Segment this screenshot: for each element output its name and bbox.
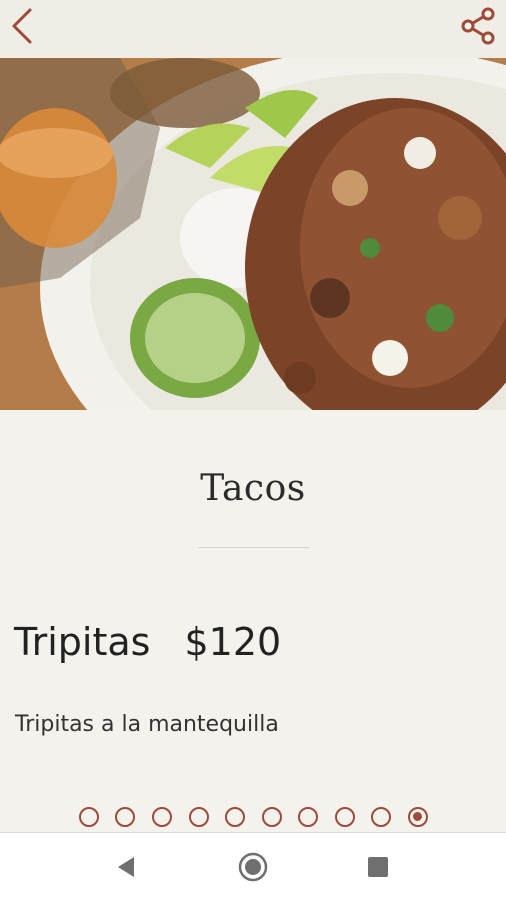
page-dot-active[interactable] — [408, 807, 428, 827]
page-dot[interactable] — [225, 807, 245, 827]
dish-photo — [0, 58, 506, 410]
back-button[interactable] — [6, 6, 42, 46]
system-home-button[interactable] — [237, 851, 269, 883]
menu-item-card: Tacos Tripitas $120 Tripitas a la mantequ… — [0, 410, 506, 832]
page-dot[interactable] — [262, 807, 282, 827]
circle-home-icon — [238, 852, 268, 882]
category-title: Tacos — [200, 468, 306, 509]
item-name: Tripitas — [14, 620, 151, 664]
app-bar — [0, 0, 506, 58]
system-back-button[interactable] — [114, 855, 138, 879]
page-dot[interactable] — [371, 807, 391, 827]
share-icon — [461, 7, 495, 45]
page-dot[interactable] — [152, 807, 172, 827]
item-description: Tripitas a la mantequilla — [15, 712, 279, 737]
chevron-left-icon — [12, 8, 32, 44]
page-dot[interactable] — [79, 807, 99, 827]
page-dot[interactable] — [115, 807, 135, 827]
page-dot[interactable] — [189, 807, 209, 827]
item-line: Tripitas $120 — [14, 620, 281, 664]
system-recents-button[interactable] — [367, 856, 389, 878]
triangle-back-icon — [118, 857, 134, 877]
page-dot[interactable] — [335, 807, 355, 827]
system-navigation-bar — [0, 832, 506, 900]
item-price: $120 — [184, 620, 282, 664]
share-button[interactable] — [458, 6, 498, 46]
square-recents-icon — [368, 857, 388, 877]
page-indicator — [0, 807, 506, 827]
divider — [198, 547, 309, 548]
page-dot[interactable] — [298, 807, 318, 827]
